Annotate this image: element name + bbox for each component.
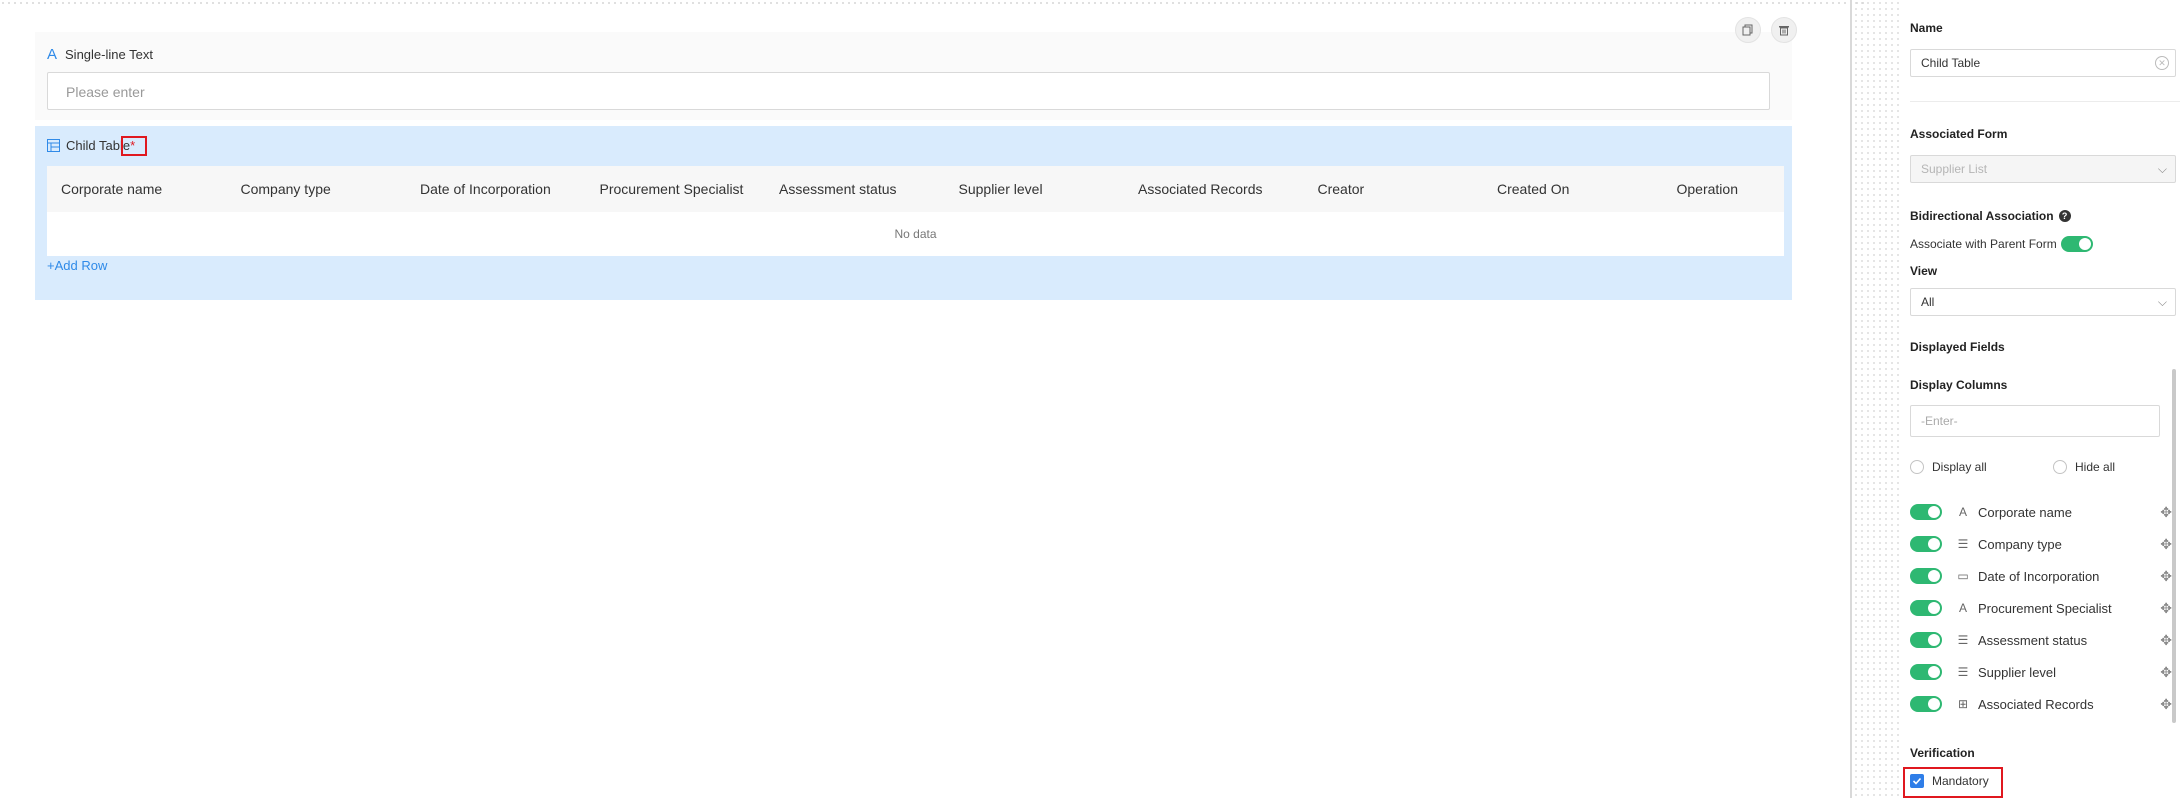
column-header: Created On <box>1497 181 1570 197</box>
drag-handle-icon[interactable]: ✥ <box>2160 600 2172 617</box>
panel-scrollbar[interactable] <box>2172 369 2176 723</box>
column-label: Assessment status <box>1978 632 2088 648</box>
chevron-down-icon: ⌵ <box>2157 162 2167 176</box>
associate-parent-label: Associate with Parent Form <box>1910 237 2057 251</box>
list-icon: ☰ <box>1957 537 1969 551</box>
display-columns-search[interactable]: -Enter- <box>1910 405 2160 437</box>
column-item[interactable]: ☰ Supplier level ✥ <box>1910 662 2172 682</box>
associated-form-value: Supplier List <box>1921 162 1988 176</box>
name-value: Child Table <box>1921 56 1981 70</box>
child-table-grid: Corporate name Company type Date of Inco… <box>47 166 1784 256</box>
form-canvas: A Single-line Text Please enter Child Ta… <box>0 0 1903 798</box>
column-visibility-toggle[interactable] <box>1910 696 1942 712</box>
column-label: Company type <box>1978 536 2062 552</box>
column-visibility-toggle[interactable] <box>1910 664 1942 680</box>
column-label: Date of Incorporation <box>1978 568 2100 584</box>
column-visibility-toggle[interactable] <box>1910 600 1942 616</box>
properties-panel: Name Child Table ✕ Associated Form Suppl… <box>1903 0 2180 798</box>
column-item[interactable]: ▭ Date of Incorporation ✥ <box>1910 566 2172 586</box>
trash-icon <box>1779 26 1789 36</box>
column-header: Supplier level <box>958 181 1043 197</box>
column-label: Associated Records <box>1978 696 2094 712</box>
canvas-border <box>1850 0 1852 798</box>
single-line-text-title: Single-line Text <box>65 47 153 62</box>
association-icon: ⊞ <box>1957 697 1969 711</box>
view-title: View <box>1910 264 1938 278</box>
table-icon <box>47 139 60 152</box>
help-icon[interactable]: ? <box>2058 210 2071 222</box>
hide-all-option[interactable]: Hide all <box>2053 460 2115 474</box>
name-input[interactable]: Child Table ✕ <box>1910 49 2176 77</box>
associate-parent-row: Associate with Parent Form <box>1910 236 2093 252</box>
drag-handle-icon[interactable]: ✥ <box>2160 504 2172 521</box>
column-header: Operation <box>1676 181 1738 197</box>
column-header: Date of Incorporation <box>420 181 551 197</box>
clear-icon[interactable]: ✕ <box>2155 56 2169 70</box>
child-table-field[interactable]: Child Table* Corporate name Company type… <box>35 126 1792 300</box>
highlight-box <box>121 136 147 156</box>
display-all-label: Display all <box>1932 460 1987 474</box>
text-icon: A <box>1958 505 1967 519</box>
single-line-text-field[interactable]: A Single-line Text Please enter <box>35 32 1792 120</box>
delete-field-button[interactable] <box>1771 17 1797 43</box>
column-header: Associated Records <box>1138 181 1263 197</box>
single-line-text-label: A Single-line Text <box>47 46 153 63</box>
hide-all-radio[interactable] <box>2053 460 2067 474</box>
column-label: Corporate name <box>1978 504 2072 520</box>
drag-handle-icon[interactable]: ✥ <box>2160 568 2172 585</box>
view-value: All <box>1921 295 1935 309</box>
add-row-button[interactable]: +Add Row <box>47 258 107 273</box>
column-visibility-toggle[interactable] <box>1910 504 1942 520</box>
bidirectional-title: Bidirectional Association ? <box>1910 209 2071 223</box>
column-item[interactable]: ☰ Company type ✥ <box>1910 534 2172 554</box>
drag-handle-icon[interactable]: ✥ <box>2160 696 2172 713</box>
verification-title: Verification <box>1910 746 1975 760</box>
list-icon: ☰ <box>1957 665 1969 679</box>
drag-handle-icon[interactable]: ✥ <box>2160 536 2172 553</box>
display-all-radio[interactable] <box>1910 460 1924 474</box>
associated-form-select: Supplier List ⌵ <box>1910 155 2176 183</box>
hide-all-label: Hide all <box>2075 460 2116 474</box>
column-item[interactable]: ☰ Assessment status ✥ <box>1910 630 2172 650</box>
chevron-down-icon: ⌵ <box>2157 295 2167 309</box>
column-label: Supplier level <box>1978 664 2057 680</box>
canvas-grid-top <box>0 0 1865 8</box>
text-icon: A <box>1958 601 1967 615</box>
display-columns-title: Display Columns <box>1910 378 2008 392</box>
column-item[interactable]: A Procurement Specialist ✥ <box>1910 598 2172 618</box>
empty-state: No data <box>894 227 937 241</box>
column-header: Company type <box>240 181 331 197</box>
copy-field-button[interactable] <box>1735 17 1761 43</box>
drag-handle-icon[interactable]: ✥ <box>2160 632 2172 649</box>
canvas-grid-right <box>1853 0 1903 798</box>
text-icon: A <box>47 46 58 63</box>
associate-parent-toggle[interactable] <box>2060 236 2093 252</box>
column-header: Corporate name <box>61 181 163 197</box>
list-icon: ☰ <box>1957 633 1969 647</box>
column-header: Procurement Specialist <box>599 181 744 197</box>
table-header: Corporate name Company type Date of Inco… <box>47 166 1784 212</box>
displayed-fields-title: Displayed Fields <box>1910 340 2005 354</box>
display-all-option[interactable]: Display all <box>1910 460 1987 474</box>
view-select[interactable]: All ⌵ <box>1910 288 2176 316</box>
column-visibility-toggle[interactable] <box>1910 536 1942 552</box>
column-item[interactable]: ⊞ Associated Records ✥ <box>1910 694 2172 714</box>
column-label: Procurement Specialist <box>1978 600 2112 616</box>
drag-handle-icon[interactable]: ✥ <box>2160 664 2172 681</box>
column-visibility-toggle[interactable] <box>1910 568 1942 584</box>
column-header: Assessment status <box>779 181 897 197</box>
name-title: Name <box>1910 21 1943 35</box>
column-header: Creator <box>1317 181 1365 197</box>
calendar-icon: ▭ <box>1957 569 1969 583</box>
highlight-box <box>1903 767 2003 798</box>
divider <box>1910 101 2180 102</box>
column-visibility-toggle[interactable] <box>1910 632 1942 648</box>
copy-icon <box>1742 24 1753 36</box>
single-line-text-input[interactable]: Please enter <box>47 72 1770 110</box>
column-item[interactable]: A Corporate name ✥ <box>1910 502 2172 522</box>
associated-form-title: Associated Form <box>1910 127 2008 141</box>
